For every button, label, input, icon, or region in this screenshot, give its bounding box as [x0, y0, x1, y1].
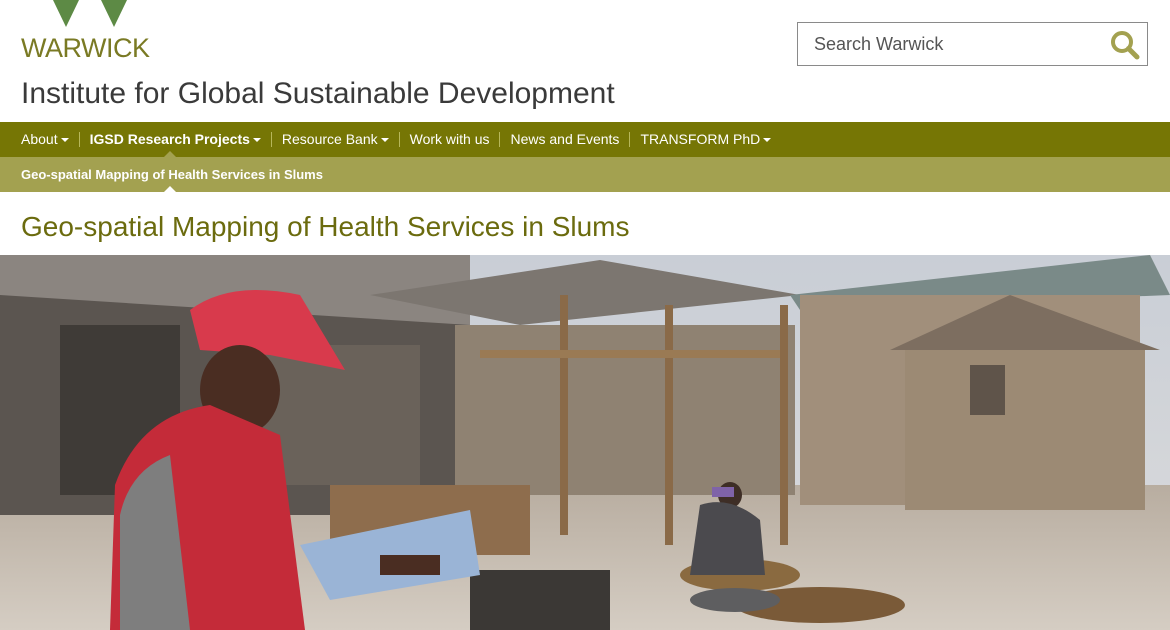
search-input[interactable] — [798, 23, 1114, 65]
nav-item-work-with-us[interactable]: Work with us — [398, 131, 500, 147]
hero-image — [0, 255, 1170, 630]
nav-item-news-and-events[interactable]: News and Events — [499, 132, 629, 147]
nav-item-label: About — [21, 131, 58, 147]
page-title: Geo-spatial Mapping of Health Services i… — [21, 211, 630, 242]
search-button[interactable] — [1109, 29, 1141, 61]
nav-item-igsd-research-projects[interactable]: IGSD Research Projects — [78, 131, 271, 147]
caret-down-icon — [60, 138, 69, 143]
warwick-logo[interactable]: WARWICK — [21, 0, 161, 63]
nav-item-label: TRANSFORM PhD — [640, 131, 761, 147]
nav-item-label: Work with us — [409, 131, 490, 147]
caret-down-icon — [252, 138, 261, 143]
caret-down-icon — [763, 138, 772, 143]
nav-item-about[interactable]: About — [11, 132, 79, 147]
nav-item-transform-phd[interactable]: TRANSFORM PhD — [629, 132, 781, 147]
slum-market-photo — [0, 255, 1170, 630]
search-box — [797, 22, 1148, 66]
nav-item-label: IGSD Research Projects — [89, 131, 250, 147]
site-title[interactable]: Institute for Global Sustainable Develop… — [21, 77, 615, 111]
site-header: WARWICK Institute for Global Sustainable… — [0, 0, 1170, 122]
search-icon — [1111, 31, 1140, 60]
logo-text: WARWICK — [21, 33, 150, 63]
warwick-logo-mark-icon — [53, 0, 127, 27]
nav-item-label: Resource Bank — [281, 131, 378, 147]
subnav-item-current[interactable]: Geo-spatial Mapping of Health Services i… — [21, 167, 323, 182]
caret-down-icon — [380, 138, 389, 143]
nav-item-resource-bank[interactable]: Resource Bank — [270, 131, 399, 147]
subnav-active-pointer — [164, 186, 176, 192]
nav-item-label: News and Events — [510, 131, 620, 147]
